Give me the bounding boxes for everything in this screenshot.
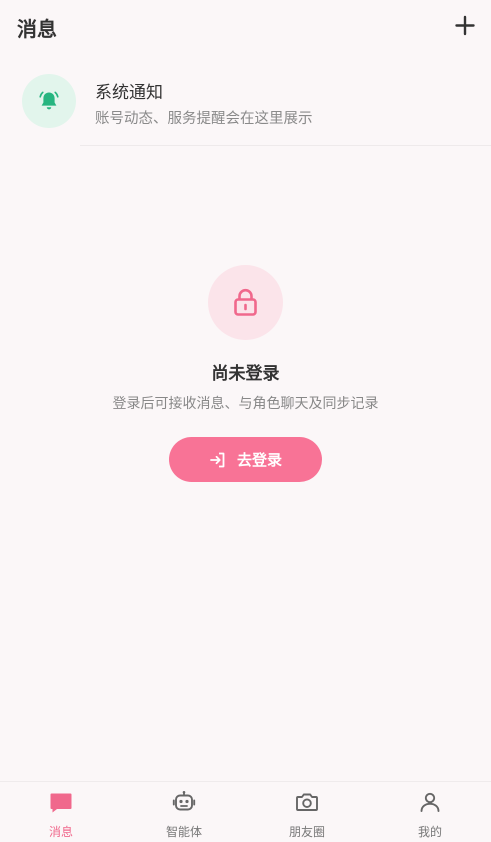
- tab-label: 智能体: [165, 825, 202, 839]
- divider: [80, 145, 491, 146]
- bottom-tab-bar: 消息 智能体 朋友圈 我的: [0, 781, 491, 842]
- robot-icon: [172, 791, 196, 811]
- tab-label: 朋友圈: [288, 825, 325, 839]
- page-title: 消息: [17, 17, 57, 41]
- system-notice-item[interactable]: 系统通知 账号动态、服务提醒会在这里展示: [0, 56, 491, 146]
- system-notice-description: 账号动态、服务提醒会在这里展示: [95, 111, 313, 127]
- system-notice-title: 系统通知: [95, 83, 163, 103]
- empty-state-description: 登录后可接收消息、与角色聊天及同步记录: [112, 396, 379, 412]
- top-bar: 消息: [0, 0, 491, 52]
- chat-icon: [50, 793, 72, 813]
- add-button[interactable]: [450, 10, 480, 40]
- login-button-label: 去登录: [236, 452, 282, 469]
- login-empty-state: 尚未登录 登录后可接收消息、与角色聊天及同步记录 去登录: [0, 265, 491, 495]
- camera-icon: [296, 793, 318, 811]
- login-icon: [209, 451, 227, 469]
- login-button[interactable]: 去登录: [169, 437, 322, 482]
- plus-icon: [455, 15, 475, 36]
- lock-icon: [234, 288, 257, 316]
- bell-icon: [39, 91, 59, 110]
- tab-messages[interactable]: 消息: [0, 782, 122, 842]
- system-notice-avatar: [22, 74, 76, 128]
- tab-profile[interactable]: 我的: [369, 782, 491, 842]
- tab-label: 消息: [48, 825, 73, 839]
- empty-state-title: 尚未登录: [211, 364, 280, 384]
- lock-badge: [208, 265, 283, 340]
- user-icon: [420, 792, 440, 812]
- tab-moments[interactable]: 朋友圈: [246, 782, 368, 842]
- tab-label: 我的: [417, 825, 442, 839]
- tab-agents[interactable]: 智能体: [123, 782, 245, 842]
